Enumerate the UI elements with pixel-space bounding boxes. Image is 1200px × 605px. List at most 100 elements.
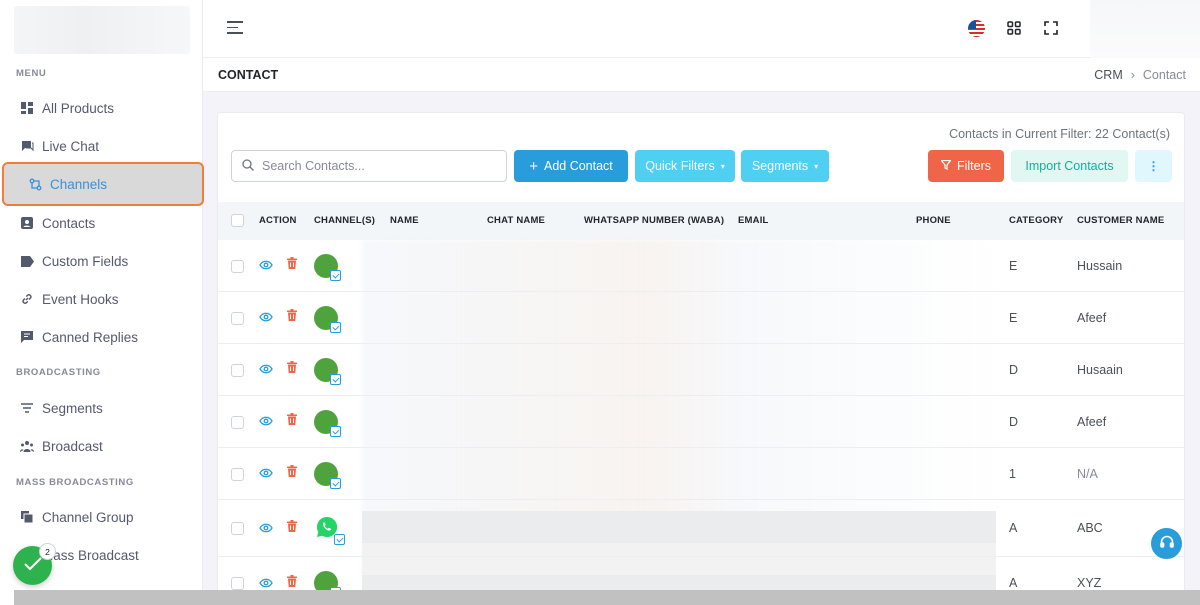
- column-header: CUSTOMER NAME: [1077, 215, 1165, 226]
- row-checkbox[interactable]: [231, 522, 244, 535]
- download-icon: [330, 426, 341, 437]
- flag-us-icon[interactable]: [966, 18, 986, 38]
- headset-icon: [1159, 534, 1175, 553]
- delete-icon[interactable]: [287, 309, 297, 324]
- sidebar-item-broadcast[interactable]: Broadcast: [0, 427, 203, 465]
- row-checkbox[interactable]: [231, 312, 244, 325]
- chevron-down-icon: ▾: [720, 161, 725, 171]
- users-icon: [20, 439, 34, 453]
- check-icon: [23, 557, 42, 574]
- sidebar-item-contacts[interactable]: Contacts: [0, 204, 203, 242]
- column-header: PHONE: [916, 215, 951, 226]
- filter-count-text: Contacts in Current Filter: 22 Contact(s…: [949, 127, 1170, 141]
- brand-logo[interactable]: [14, 6, 190, 54]
- row-checkbox[interactable]: [231, 260, 244, 273]
- breadcrumb-separator-icon: ›: [1130, 68, 1135, 82]
- row-checkbox[interactable]: [231, 468, 244, 481]
- page-title-bar: CONTACT CRM › Contact: [203, 58, 1200, 92]
- sidebar-item-all-products[interactable]: All Products: [0, 89, 203, 127]
- category-cell: A: [1009, 521, 1018, 535]
- view-icon[interactable]: [259, 258, 273, 273]
- channel-avatar-icon[interactable]: [314, 254, 341, 281]
- chevron-down-icon: ▾: [814, 161, 819, 171]
- filters-button[interactable]: Filters: [928, 150, 1004, 182]
- contacts-card: Contacts in Current Filter: 22 Contact(s…: [217, 112, 1185, 605]
- view-icon[interactable]: [259, 362, 273, 377]
- breadcrumb-link-crm[interactable]: CRM: [1094, 68, 1122, 82]
- filters-label: Filters: [956, 159, 992, 173]
- download-icon: [330, 374, 341, 385]
- sidebar-item-live-chat[interactable]: Live Chat: [0, 127, 203, 165]
- view-icon[interactable]: [259, 466, 273, 481]
- column-header: EMAIL: [738, 215, 769, 226]
- search-input[interactable]: [262, 159, 492, 173]
- channel-avatar-icon[interactable]: [314, 410, 341, 437]
- column-header: CHANNEL(S): [314, 215, 376, 226]
- column-header: NAME: [390, 215, 419, 226]
- quick-filters-button[interactable]: Quick Filters ▾: [635, 150, 735, 182]
- row-checkbox[interactable]: [231, 364, 244, 377]
- view-icon[interactable]: [259, 414, 273, 429]
- sidebar-item-custom-fields[interactable]: Custom Fields: [0, 242, 203, 280]
- import-contacts-button[interactable]: Import Contacts: [1011, 150, 1128, 182]
- select-all-checkbox[interactable]: [231, 214, 244, 227]
- delete-icon[interactable]: [287, 361, 297, 376]
- menu-toggle-icon[interactable]: [227, 21, 243, 35]
- sidebar-item-label: Live Chat: [42, 138, 100, 154]
- delete-icon[interactable]: [287, 520, 297, 535]
- channel-avatar-icon[interactable]: [314, 306, 341, 333]
- plus-icon: +: [529, 157, 538, 175]
- import-contacts-label: Import Contacts: [1025, 159, 1114, 173]
- view-icon[interactable]: [259, 521, 273, 536]
- row-checkbox[interactable]: [231, 577, 244, 590]
- fullscreen-icon[interactable]: [1041, 18, 1061, 38]
- user-avatar[interactable]: [1090, 0, 1200, 58]
- horizontal-scrollbar[interactable]: [14, 590, 1200, 605]
- view-icon[interactable]: [259, 310, 273, 325]
- sidebar-item-event-hooks[interactable]: Event Hooks: [0, 280, 203, 318]
- sidebar-item-canned-replies[interactable]: Canned Replies: [0, 318, 203, 356]
- delete-icon[interactable]: [287, 413, 297, 428]
- apps-grid-icon[interactable]: [1004, 18, 1024, 38]
- menu-section-title: MENU: [16, 68, 47, 79]
- grid-icon: [20, 101, 34, 115]
- sidebar-item-label: Canned Replies: [42, 329, 139, 345]
- delete-icon[interactable]: [287, 257, 297, 272]
- more-vertical-icon: ⋮: [1147, 159, 1160, 173]
- table-row[interactable]: 1 N/A: [218, 448, 1184, 500]
- link-icon: [20, 292, 34, 306]
- chat-icon: [20, 139, 34, 153]
- column-header: ACTION: [259, 215, 297, 226]
- topbar: [203, 0, 1200, 58]
- whatsapp-icon[interactable]: [316, 516, 345, 545]
- delete-icon[interactable]: [287, 465, 297, 480]
- sidebar-item-label: Channel Group: [42, 509, 134, 525]
- sidebar-item-channels[interactable]: Channels: [2, 162, 204, 206]
- more-options-button[interactable]: ⋮: [1135, 150, 1172, 182]
- category-cell: D: [1009, 415, 1019, 429]
- channel-avatar-icon[interactable]: [314, 462, 341, 489]
- add-contact-button[interactable]: + Add Contact: [514, 150, 628, 182]
- category-cell: E: [1009, 259, 1018, 273]
- sidebar-item-segments[interactable]: Segments: [0, 389, 203, 427]
- filter-lines-icon: [20, 401, 34, 415]
- column-header: WHATSAPP NUMBER (WABA): [584, 215, 725, 226]
- view-icon[interactable]: [259, 576, 273, 591]
- help-support-button[interactable]: [1151, 528, 1182, 559]
- table-row[interactable]: E Hussain: [218, 240, 1184, 292]
- channel-avatar-icon[interactable]: [314, 358, 341, 385]
- table-row[interactable]: E Afeef: [218, 292, 1184, 344]
- sidebar: MENU All Products Live Chat Channels Con…: [0, 0, 204, 605]
- table-row[interactable]: D Afeef: [218, 396, 1184, 448]
- segments-button[interactable]: Segments ▾: [741, 150, 829, 182]
- table-row[interactable]: A ABC: [218, 500, 1184, 557]
- row-checkbox[interactable]: [231, 416, 244, 429]
- sidebar-item-channel-group[interactable]: Channel Group: [0, 498, 203, 536]
- table-row[interactable]: D Husaain: [218, 344, 1184, 396]
- delete-icon[interactable]: [287, 575, 297, 590]
- sidebar-item-label: All Products: [42, 100, 115, 116]
- filter-icon: [940, 159, 952, 173]
- sidebar-item-label: Custom Fields: [42, 253, 129, 269]
- search-box[interactable]: [231, 150, 507, 182]
- copy-icon: [20, 510, 34, 524]
